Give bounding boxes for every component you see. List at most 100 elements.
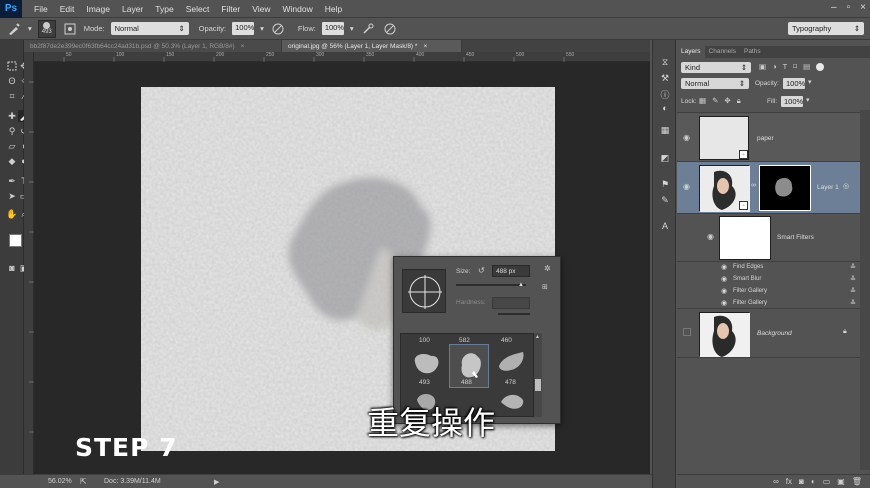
size-slider-handle[interactable]: ▲ bbox=[518, 282, 524, 288]
link-icon[interactable]: ∞ bbox=[773, 477, 779, 486]
opacity-dropdown-icon[interactable]: ▾ bbox=[808, 78, 812, 86]
brush-preset-tip[interactable] bbox=[407, 346, 445, 378]
lock-position-icon[interactable]: ✥ bbox=[724, 96, 730, 106]
brush-preset-picker[interactable]: 493 bbox=[37, 19, 56, 38]
fill-input[interactable]: 100% bbox=[781, 96, 803, 107]
layer-row-paper[interactable]: ◉ ▫ paper bbox=[677, 112, 860, 162]
menu-file[interactable]: File bbox=[28, 4, 54, 14]
maximize-button[interactable]: ▫ bbox=[847, 2, 851, 13]
filter-row-filter-gallery[interactable]: ◉ Filter Gallery ≚ bbox=[677, 286, 860, 297]
reset-size-icon[interactable]: ↺ bbox=[478, 266, 485, 275]
filter-options-icon[interactable]: ≚ bbox=[850, 275, 856, 283]
size-input[interactable]: 488 px bbox=[492, 265, 530, 277]
filter-row-filter-gallery[interactable]: ◉ Filter Gallery ≚ bbox=[677, 298, 860, 309]
close-button[interactable]: × bbox=[860, 2, 866, 13]
brush-panel-icon[interactable] bbox=[62, 21, 78, 37]
brush-angle-preview[interactable] bbox=[402, 269, 446, 313]
filter-name[interactable]: Filter Gallery bbox=[733, 288, 767, 294]
layer-row-layer1[interactable]: ◉ ▫ ∞ Layer 1 ◎ bbox=[677, 162, 860, 214]
gear-icon[interactable]: ✲ bbox=[544, 264, 551, 273]
type-filter-icon[interactable]: T bbox=[783, 62, 788, 71]
blur-tool-icon[interactable]: ◆ bbox=[6, 155, 18, 167]
eraser-tool-icon[interactable]: ▱ bbox=[6, 140, 18, 152]
tab-layers[interactable]: Layers bbox=[677, 46, 705, 58]
status-menu-arrow-icon[interactable]: ▶ bbox=[214, 478, 219, 486]
menu-select[interactable]: Select bbox=[180, 4, 216, 14]
menu-edit[interactable]: Edit bbox=[54, 4, 81, 14]
stamp-tool-icon[interactable]: ⚲ bbox=[6, 125, 18, 137]
filter-name[interactable]: Filter Gallery bbox=[733, 300, 767, 306]
menu-image[interactable]: Image bbox=[80, 4, 116, 14]
layer-name[interactable]: Layer 1 bbox=[817, 184, 839, 191]
chain-link-icon[interactable]: ∞ bbox=[751, 182, 756, 189]
flow-input[interactable]: 100% bbox=[321, 22, 344, 35]
foreground-color-swatch[interactable] bbox=[9, 234, 22, 247]
quick-mask-icon[interactable]: ◙ bbox=[6, 262, 18, 274]
fill-dropdown-icon[interactable]: ▾ bbox=[806, 96, 810, 104]
layer-mask-thumbnail[interactable] bbox=[759, 165, 811, 211]
trash-icon[interactable]: 🗑︎ bbox=[852, 477, 862, 486]
layer-name[interactable]: Smart Filters bbox=[777, 234, 814, 241]
character-icon[interactable]: A bbox=[659, 220, 671, 232]
eye-icon[interactable]: ◉ bbox=[721, 287, 727, 295]
info-icon[interactable]: ⓘ bbox=[659, 88, 671, 100]
zoom-level[interactable]: 56.02% bbox=[48, 478, 72, 485]
adjustment-icon[interactable]: ◐ bbox=[811, 477, 816, 486]
flow-dropdown-icon[interactable]: ▾ bbox=[350, 24, 354, 33]
lasso-tool-icon[interactable]: ʘ bbox=[6, 75, 18, 87]
pressure-opacity-icon[interactable] bbox=[270, 21, 286, 37]
blend-mode-select[interactable]: Normal ⇕ bbox=[681, 78, 749, 89]
opacity-dropdown-icon[interactable]: ▾ bbox=[260, 24, 264, 33]
menu-view[interactable]: View bbox=[246, 4, 276, 14]
group-icon[interactable]: ▭ bbox=[823, 477, 831, 486]
path-select-icon[interactable]: ➤ bbox=[6, 190, 18, 202]
layer-row-background[interactable]: Background 🔒︎ bbox=[677, 310, 860, 358]
mode-select[interactable]: Normal ⇕ bbox=[110, 22, 189, 35]
hardness-input[interactable] bbox=[492, 297, 530, 309]
hand-tool-icon[interactable]: ✋ bbox=[6, 208, 18, 220]
swatches-icon[interactable]: ▦ bbox=[659, 124, 671, 136]
eye-icon[interactable]: ◉ bbox=[707, 232, 714, 241]
dropdown-arrow-icon[interactable]: ▾ bbox=[28, 24, 32, 33]
close-icon[interactable]: × bbox=[423, 43, 427, 50]
filter-options-icon[interactable]: ≚ bbox=[850, 263, 856, 271]
smart-filter-mask-thumbnail[interactable] bbox=[719, 216, 771, 260]
size-slider-track[interactable] bbox=[456, 284, 526, 286]
close-icon[interactable]: × bbox=[241, 43, 245, 50]
layers-scrollbar[interactable] bbox=[860, 110, 870, 470]
clone-source-icon[interactable]: ⚑ bbox=[659, 178, 671, 190]
tab-document-1[interactable]: bb2f87de2e399ec0f63fb64cc24ad31b.psd @ 5… bbox=[24, 40, 282, 52]
scroll-up-icon[interactable]: ▲ bbox=[535, 334, 540, 340]
layer-name[interactable]: paper bbox=[757, 135, 774, 142]
lock-transparent-icon[interactable]: ▦ bbox=[699, 96, 706, 106]
smart-filter-icon[interactable]: ▤ bbox=[803, 62, 810, 71]
pixel-filter-icon[interactable]: ▣ bbox=[759, 62, 766, 71]
menu-filter[interactable]: Filter bbox=[215, 4, 246, 14]
color-icon[interactable]: ◐ bbox=[659, 102, 671, 114]
shape-filter-icon[interactable]: ⌑ bbox=[793, 62, 797, 71]
layer-row-smart-filters[interactable]: ◉ Smart Filters bbox=[677, 214, 860, 262]
brush-preset-tip[interactable] bbox=[493, 346, 531, 378]
hardness-slider-track[interactable] bbox=[498, 313, 530, 315]
filter-options-icon[interactable]: ≚ bbox=[850, 287, 856, 295]
workspace-select[interactable]: Typography ⇕ bbox=[788, 22, 864, 35]
menu-layer[interactable]: Layer bbox=[116, 4, 149, 14]
pressure-size-icon[interactable] bbox=[382, 21, 398, 37]
adjustments-icon[interactable]: ◩ bbox=[659, 152, 671, 164]
eye-icon[interactable]: ◉ bbox=[683, 133, 690, 142]
visibility-toggle-empty[interactable] bbox=[683, 328, 691, 336]
mask-icon[interactable]: ◙ bbox=[799, 477, 804, 486]
filter-options-icon[interactable]: ≚ bbox=[850, 299, 856, 307]
brush-tool-preset-icon[interactable] bbox=[6, 21, 22, 37]
healing-tool-icon[interactable]: ✚ bbox=[6, 110, 18, 122]
menu-help[interactable]: Help bbox=[319, 4, 348, 14]
tab-document-2[interactable]: original.jpg @ 56% (Layer 1, Layer Mask/… bbox=[282, 40, 462, 52]
export-icon[interactable]: ⇱ bbox=[80, 477, 87, 486]
airbrush-icon[interactable] bbox=[360, 21, 376, 37]
menu-window[interactable]: Window bbox=[276, 4, 318, 14]
history-icon[interactable]: ⧖ bbox=[659, 56, 671, 68]
adjustment-filter-icon[interactable]: ◑ bbox=[772, 62, 777, 71]
layer-name[interactable]: Background bbox=[757, 330, 792, 337]
menu-type[interactable]: Type bbox=[149, 4, 179, 14]
scrollbar-thumb[interactable] bbox=[535, 379, 541, 391]
